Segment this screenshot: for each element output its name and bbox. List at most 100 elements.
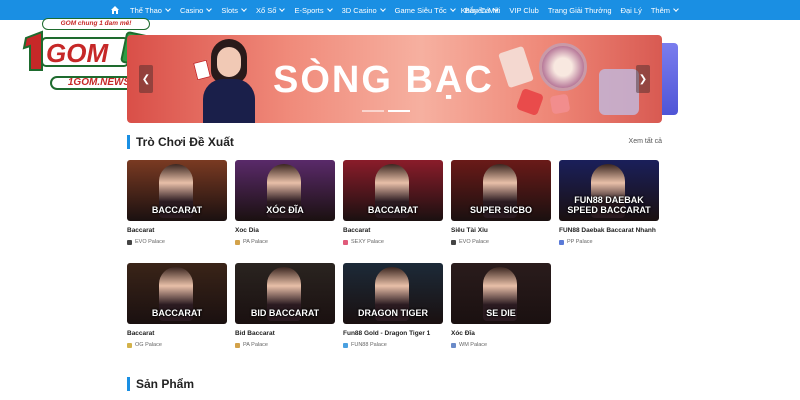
thumbnail-title: BACCARAT [151, 308, 203, 318]
game-name[interactable]: Xoc Dia [235, 227, 335, 234]
provider-logo-icon [343, 239, 348, 245]
game-thumbnail[interactable]: BID BACCARAT [235, 263, 335, 324]
game-thumbnail[interactable]: SUPER SICBO [451, 160, 551, 221]
game-provider: PA Palace [235, 239, 335, 245]
nav-left-item-label: Casino [179, 5, 204, 15]
game-thumbnail[interactable]: FUN88 DAEBAK SPEED BACCARAT [559, 160, 659, 221]
nav-right-item[interactable]: Khuyến Mãi [461, 6, 501, 15]
game-provider: FUN88 Palace [343, 342, 443, 348]
nav-left-item[interactable]: Slots [221, 5, 247, 15]
game-name[interactable]: FUN88 Daebak Baccarat Nhanh [559, 227, 659, 234]
nav-left-item-label: Xổ Số [256, 5, 277, 15]
game-card[interactable]: SE DIE Xóc Đĩa WM Palace [451, 263, 551, 348]
game-card[interactable]: BACCARAT Baccarat EVO Palace [127, 160, 227, 245]
nav-right-item-label: Khuyến Mãi [460, 5, 501, 15]
nav-left-item[interactable]: Casino [179, 5, 213, 15]
chevron-down-icon [673, 6, 679, 12]
chevron-down-icon [449, 6, 456, 12]
game-provider: PP Palace [559, 239, 659, 245]
game-thumbnail[interactable]: XÓC ĐĨA [235, 160, 335, 221]
nav-right-item[interactable]: Trang Giải Thưởng [548, 6, 612, 15]
thumbnail-title: SUPER SICBO [469, 205, 532, 215]
game-provider: OG Palace [127, 342, 227, 348]
nav-right-item[interactable]: VIP Club [509, 6, 538, 15]
nav-right-item[interactable]: Thêm [651, 6, 679, 15]
chevron-right-icon[interactable]: ❯ [636, 65, 650, 93]
see-all-link[interactable]: Xem tất cả [629, 138, 662, 145]
nav-left-item-label: Slots [221, 5, 239, 15]
game-provider: EVO Palace [127, 239, 227, 245]
game-name[interactable]: Baccarat [127, 227, 227, 234]
provider-logo-icon [451, 342, 456, 348]
game-provider: SEXY Palace [343, 239, 443, 245]
nav-right-item-label: Đại Lý [620, 5, 642, 15]
thumbnail-title: XÓC ĐĨA [266, 205, 304, 215]
thumbnail-title: SE DIE [486, 308, 516, 318]
provider-name: EVO Palace [135, 239, 165, 245]
game-name[interactable]: Bid Baccarat [235, 330, 335, 337]
provider-name: OG Palace [135, 342, 162, 348]
nav-left-group: Thể Thao Casino Slots Xổ Số E-Sports 3D Casin… [110, 0, 499, 20]
nav-left-item[interactable]: 3D Casino [342, 6, 386, 15]
game-card[interactable]: DRAGON TIGER Fun88 Gold - Dragon Tiger 1 F… [343, 263, 443, 348]
provider-name: SEXY Palace [351, 239, 384, 245]
chevron-down-icon [206, 6, 213, 12]
banner-model-image [193, 35, 263, 123]
game-name[interactable]: Baccarat [343, 227, 443, 234]
nav-left-item[interactable]: Xổ Số [256, 5, 286, 15]
game-card[interactable]: BACCARAT Baccarat OG Palace [127, 263, 227, 348]
section-title: Sản Phẩm [136, 377, 195, 391]
game-card[interactable]: XÓC ĐĨA Xoc Dia PA Palace [235, 160, 335, 245]
provider-logo-icon [343, 342, 348, 348]
provider-name: WM Palace [459, 342, 488, 348]
game-thumbnail[interactable]: BACCARAT [343, 160, 443, 221]
chevron-down-icon [279, 6, 286, 12]
banner-dot-active[interactable] [388, 110, 410, 112]
game-card[interactable]: FUN88 DAEBAK SPEED BACCARAT FUN88 Daebak … [559, 160, 659, 245]
nav-left-item[interactable]: Game Siêu Tốc [395, 6, 456, 15]
provider-logo-icon [451, 239, 456, 245]
next-banner-preview[interactable] [662, 43, 678, 115]
game-thumbnail[interactable]: BACCARAT [127, 160, 227, 221]
section-title: Trò Chơi Đề Xuất [136, 135, 234, 149]
chevron-left-icon[interactable]: ❮ [139, 65, 153, 93]
nav-left-item-label: E-Sports [294, 5, 324, 15]
game-thumbnail[interactable]: DRAGON TIGER [343, 263, 443, 324]
nav-right-group: Khuyến Mãi VIP Club Trang Giải Thưởng Đại L… [461, 0, 679, 20]
nav-right-item[interactable]: Đại Lý [621, 6, 642, 15]
provider-logo-icon [127, 239, 132, 245]
provider-name: EVO Palace [459, 239, 489, 245]
provider-logo-icon [235, 239, 240, 245]
game-provider: PA Palace [235, 342, 335, 348]
game-name[interactable]: Siêu Tài Xỉu [451, 227, 551, 234]
game-thumbnail[interactable]: BACCARAT [127, 263, 227, 324]
provider-logo-icon [559, 239, 564, 245]
game-name[interactable]: Xóc Đĩa [451, 330, 551, 337]
products-section-header: Sản Phẩm [127, 377, 194, 391]
game-name[interactable]: Fun88 Gold - Dragon Tiger 1 [343, 330, 443, 337]
provider-name: PP Palace [567, 239, 593, 245]
thumbnail-title: BACCARAT [151, 205, 203, 215]
nav-right-item-label: Trang Giải Thưởng [547, 5, 612, 15]
playing-card-icon [193, 59, 211, 81]
chevron-down-icon [326, 6, 333, 12]
chevron-down-icon [379, 6, 386, 12]
provider-logo-icon [235, 342, 240, 348]
logo-brand-text: GOM [46, 38, 109, 68]
provider-name: PA Palace [243, 342, 268, 348]
game-card[interactable]: BID BACCARAT Bid Baccarat PA Palace [235, 263, 335, 348]
hero-banner[interactable]: SÒNG BẠC ❮ ❯ [127, 35, 662, 123]
game-card[interactable]: SUPER SICBO Siêu Tài Xỉu EVO Palace [451, 160, 551, 245]
banner-dot[interactable] [362, 110, 384, 112]
game-thumbnail[interactable]: SE DIE [451, 263, 551, 324]
game-card[interactable]: BACCARAT Baccarat SEXY Palace [343, 160, 443, 245]
casino-decoration-image [498, 39, 649, 121]
logo-tagline: GOM chung 1 đam mê! [42, 18, 150, 30]
provider-name: PA Palace [243, 239, 268, 245]
game-name[interactable]: Baccarat [127, 330, 227, 337]
thumbnail-title: BACCARAT [367, 205, 419, 215]
thumbnail-title: DRAGON TIGER [357, 308, 428, 318]
provider-name: FUN88 Palace [351, 342, 387, 348]
provider-logo-icon [127, 342, 132, 348]
nav-left-item[interactable]: E-Sports [294, 5, 333, 15]
